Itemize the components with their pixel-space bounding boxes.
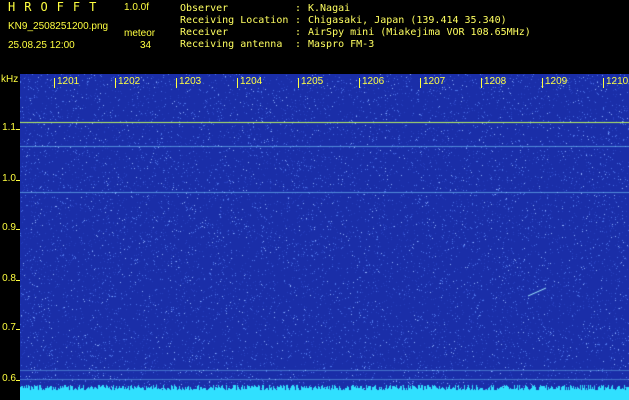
time-tick-label: 1205: [301, 76, 324, 87]
app-version: 1.0.0f: [124, 2, 150, 13]
freq-tick-label: 0.7: [2, 322, 16, 333]
time-tick-label: 1206: [362, 76, 385, 87]
time-axis: 1201 1202 1203 1204 1205 1206 1207 1208 …: [20, 76, 629, 90]
meta-label: Receiving antenna: [180, 39, 283, 50]
spectrogram-canvas: [20, 74, 629, 400]
freq-tick-label: 0.8: [2, 273, 16, 284]
freq-tick-label: 0.9: [2, 222, 16, 233]
time-tick-label: 1209: [545, 76, 568, 87]
meta-value: K.Nagai: [308, 3, 351, 14]
freq-tick-label: 1.1: [2, 122, 16, 133]
freq-tick-label: 0.6: [2, 373, 16, 384]
timestamp: 25.08.25 12:00: [8, 40, 75, 51]
meta-label: Receiver: [180, 27, 229, 38]
meta-value: AirSpy mini (Miakejima VOR 108.65MHz): [308, 27, 531, 38]
meta-separator: :: [295, 3, 302, 14]
mode-label: meteor: [124, 28, 156, 39]
time-tick-label: 1203: [179, 76, 202, 87]
meta-separator: :: [295, 39, 302, 50]
time-tick-label: 1207: [423, 76, 446, 87]
meta-separator: :: [295, 27, 302, 38]
meta-value: Chigasaki, Japan (139.414 35.340): [308, 15, 507, 26]
freq-tick-label: 1.0: [2, 173, 16, 184]
time-tick-label: 1202: [118, 76, 141, 87]
frequency-unit-label: kHz: [1, 74, 19, 85]
meta-label: Receiving Location: [180, 15, 289, 26]
time-tick-label: 1210: [606, 76, 629, 87]
meta-label: Observer: [180, 3, 229, 14]
header-panel: HROFFT 1.0.0f KN9_2508251200.png meteor …: [0, 0, 629, 74]
frequency-axis: 1.1 1.0 0.9 0.8 0.7 0.6: [0, 85, 20, 400]
file-name: KN9_2508251200.png: [8, 21, 109, 32]
app-brand: HROFFT: [8, 0, 106, 14]
time-tick-label: 1208: [484, 76, 507, 87]
time-tick-label: 1204: [240, 76, 263, 87]
meta-separator: :: [295, 15, 302, 26]
time-tick-label: 1201: [57, 76, 80, 87]
meta-value: Maspro FM-3: [308, 39, 375, 50]
meteor-count: 34: [140, 40, 152, 51]
